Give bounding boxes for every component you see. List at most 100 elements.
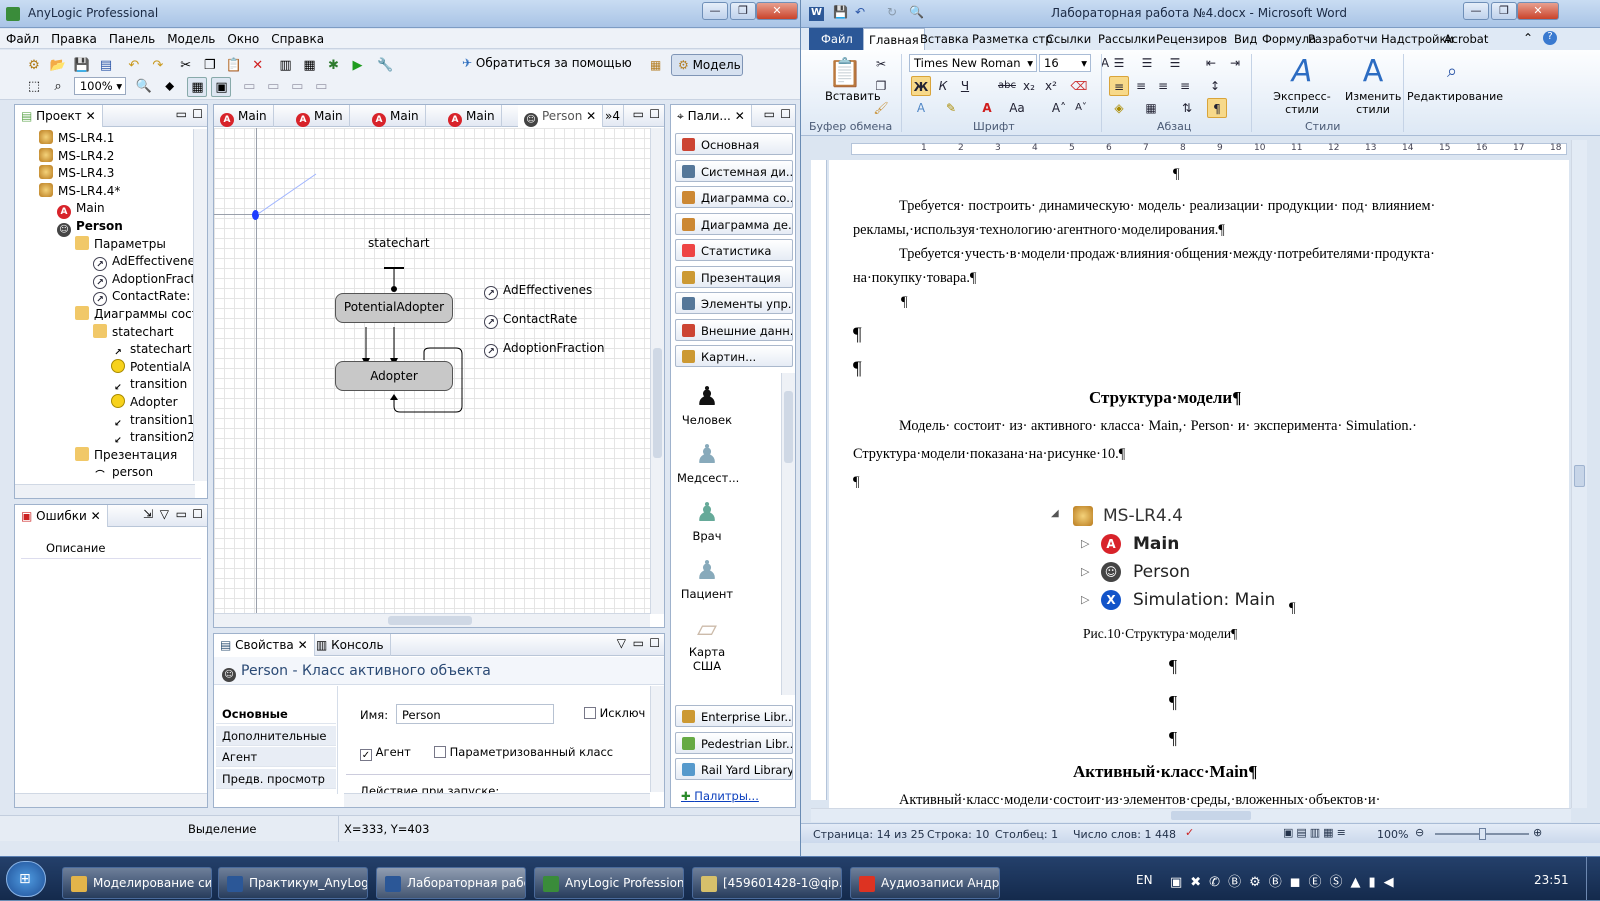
run-icon[interactable]: ▶ xyxy=(347,56,367,76)
build-all-icon[interactable]: ▦ xyxy=(299,56,319,76)
shading-icon[interactable]: ◈ xyxy=(1109,98,1129,118)
minimize-panel-icon[interactable]: ▭ xyxy=(764,107,775,121)
project-scrollbar-v[interactable] xyxy=(193,129,207,481)
palette-figure[interactable]: ♟ Врач xyxy=(677,497,737,543)
editor-scrollbar-v[interactable] xyxy=(650,128,664,614)
clear-format-icon[interactable]: ⌫ xyxy=(1069,76,1089,96)
taskbar-button[interactable]: [459601428-1@qip.ru... xyxy=(692,867,842,899)
maximize-panel-icon[interactable]: ☐ xyxy=(192,107,203,121)
status-line[interactable]: Строка: 10 xyxy=(927,828,989,841)
tree-item[interactable]: MS-LR4.2 xyxy=(39,147,114,165)
ribbon-tab[interactable]: Ссылки xyxy=(1041,28,1096,50)
sort-icon[interactable]: ⇅ xyxy=(1177,98,1197,118)
editor-tab[interactable]: ☺ Person ✕ xyxy=(518,105,604,127)
qat-undo-icon[interactable]: ↶ xyxy=(855,5,865,19)
palette-scrollbar[interactable] xyxy=(781,373,795,695)
taskbar-button[interactable]: Лабораторная рабо... xyxy=(376,867,526,899)
tray-icons[interactable]: ▣✖✆Ⓑ⚙Ⓑ◼ⒺⓈ▲▮◀ xyxy=(1170,871,1470,890)
delete-icon[interactable]: ✕ xyxy=(248,56,268,76)
palette-category[interactable]: Статистика xyxy=(675,239,793,261)
close-tab-icon[interactable]: ✕ xyxy=(582,109,596,123)
debug-icon[interactable]: ✱ xyxy=(323,56,343,76)
taskbar-button[interactable]: AnyLogic Professional xyxy=(534,867,684,899)
decrease-indent-icon[interactable]: ⇤ xyxy=(1201,53,1221,73)
align-icon[interactable]: ▭ xyxy=(239,77,259,97)
borders-icon[interactable]: ▦ xyxy=(1141,98,1161,118)
exclude-checkbox[interactable]: Исключ xyxy=(584,706,645,720)
pin-icon[interactable]: ⬥ xyxy=(160,77,180,97)
tab-properties[interactable]: ▤ Свойства ✕ xyxy=(214,634,315,656)
properties-section[interactable]: Агент xyxy=(216,747,336,767)
bold-button[interactable]: Ж xyxy=(911,76,931,96)
shrink-font-button[interactable]: A˅ xyxy=(1071,98,1091,118)
tab-console[interactable]: ▥ Консоль xyxy=(310,634,391,656)
format-painter-icon[interactable]: 🖌 xyxy=(871,98,891,118)
tree-item[interactable]: ⌒ person xyxy=(93,463,153,481)
tree-item[interactable]: Презентация xyxy=(75,446,177,464)
filter-icon[interactable]: ⇲ xyxy=(143,507,153,521)
document-page[interactable]: ¶ Требуется· построить· динамическую· мо… xyxy=(829,160,1569,808)
errors-scrollbar-h[interactable] xyxy=(15,793,207,807)
palette-figure[interactable]: ♟ Пациент xyxy=(677,555,737,601)
state-adopter[interactable]: Adopter xyxy=(335,361,453,391)
change-case-icon[interactable]: Aa xyxy=(1007,98,1027,118)
palette-category[interactable]: Диаграмма де... xyxy=(675,212,793,235)
underline-button[interactable]: Ч xyxy=(955,76,975,96)
menu-item[interactable]: Файл xyxy=(0,29,45,46)
perspective-icon[interactable]: ▦ xyxy=(650,58,661,72)
subscript-button[interactable]: x₂ xyxy=(1019,76,1039,96)
minimize-panel-icon[interactable]: ▭ xyxy=(633,636,644,650)
ribbon-tab[interactable]: Рецензиров xyxy=(1151,28,1232,50)
diagram-parameter[interactable]: ↗ AdEffectivenes xyxy=(484,283,592,300)
name-input[interactable]: Person xyxy=(396,704,554,724)
zoom-fit-icon[interactable]: ⬚ xyxy=(24,77,44,97)
taskbar-button[interactable]: Моделирование си... xyxy=(62,867,212,899)
help-icon[interactable]: ? xyxy=(1543,31,1557,45)
editor-tab[interactable]: A Main xyxy=(214,105,274,127)
editor-tab[interactable]: A Main xyxy=(366,105,426,127)
italic-button[interactable]: К xyxy=(933,76,953,96)
vertical-ruler[interactable] xyxy=(811,160,827,800)
highlight-icon[interactable]: ✎ xyxy=(941,98,961,118)
quick-styles-button[interactable]: A Экспресс-стили xyxy=(1259,54,1345,116)
close-button[interactable]: ✕ xyxy=(756,2,798,20)
tree-item[interactable]: MS-LR4.3 xyxy=(39,164,114,182)
status-column[interactable]: Столбец: 1 xyxy=(995,828,1058,841)
font-name-select[interactable]: Times New Roman ▾ xyxy=(909,54,1037,72)
view-menu-icon[interactable]: ▽ xyxy=(160,507,169,521)
copy-icon[interactable]: ❐ xyxy=(871,76,891,96)
palette-figure[interactable]: ▱ Карта США xyxy=(677,613,737,673)
strikethrough-button[interactable]: abc xyxy=(997,76,1017,96)
minimize-button[interactable]: — xyxy=(1463,2,1489,20)
grid-icon[interactable]: ▦ xyxy=(187,77,208,97)
taskbar-button[interactable]: Аудиозаписи Андре... xyxy=(850,867,1000,899)
zoom-in-button[interactable]: ⊕ xyxy=(1533,826,1542,839)
maximize-button[interactable]: ❐ xyxy=(730,2,756,20)
status-page[interactable]: Страница: 14 из 25 xyxy=(813,828,925,841)
editing-button[interactable]: ⌕ Редактирование xyxy=(1407,54,1503,103)
parametrized-class-checkbox[interactable]: Параметризованный класс xyxy=(434,745,613,759)
increase-indent-icon[interactable]: ⇥ xyxy=(1225,53,1245,73)
tools-icon[interactable]: 🔧 xyxy=(375,56,395,76)
superscript-button[interactable]: x² xyxy=(1041,76,1061,96)
numbering-icon[interactable]: ☰ xyxy=(1137,53,1157,73)
tree-item[interactable]: ↗ ContactRate: 1 xyxy=(93,287,193,307)
back-icon[interactable]: ▭ xyxy=(311,77,331,97)
model-perspective-button[interactable]: ⚙ Модель xyxy=(671,54,743,76)
more-palettes-link[interactable]: ✚ Палитры... xyxy=(681,789,759,803)
menu-item[interactable]: Справка xyxy=(265,29,330,46)
qat-save-icon[interactable]: 💾 xyxy=(833,5,848,19)
close-tab-icon[interactable]: ✕ xyxy=(735,109,745,123)
palette-figure[interactable]: ♟ Медсест... xyxy=(677,439,739,485)
start-button[interactable]: ⊞ xyxy=(6,861,46,897)
diagram-parameter[interactable]: ↗ ContactRate xyxy=(484,312,577,329)
cut-icon[interactable]: ✂ xyxy=(871,54,891,74)
tree-item[interactable]: PotentialA xyxy=(111,358,191,376)
align-right-button[interactable]: ≡ xyxy=(1153,76,1173,96)
cut-icon[interactable]: ✂ xyxy=(176,56,196,76)
project-scrollbar-h[interactable] xyxy=(15,484,195,498)
palette-library[interactable]: Enterprise Libr... xyxy=(675,705,793,727)
document-scrollbar-v[interactable] xyxy=(1571,140,1587,808)
taskbar-button[interactable]: Практикум_AnyLogi... xyxy=(218,867,368,899)
change-styles-button[interactable]: A Изменить стили xyxy=(1345,54,1401,116)
